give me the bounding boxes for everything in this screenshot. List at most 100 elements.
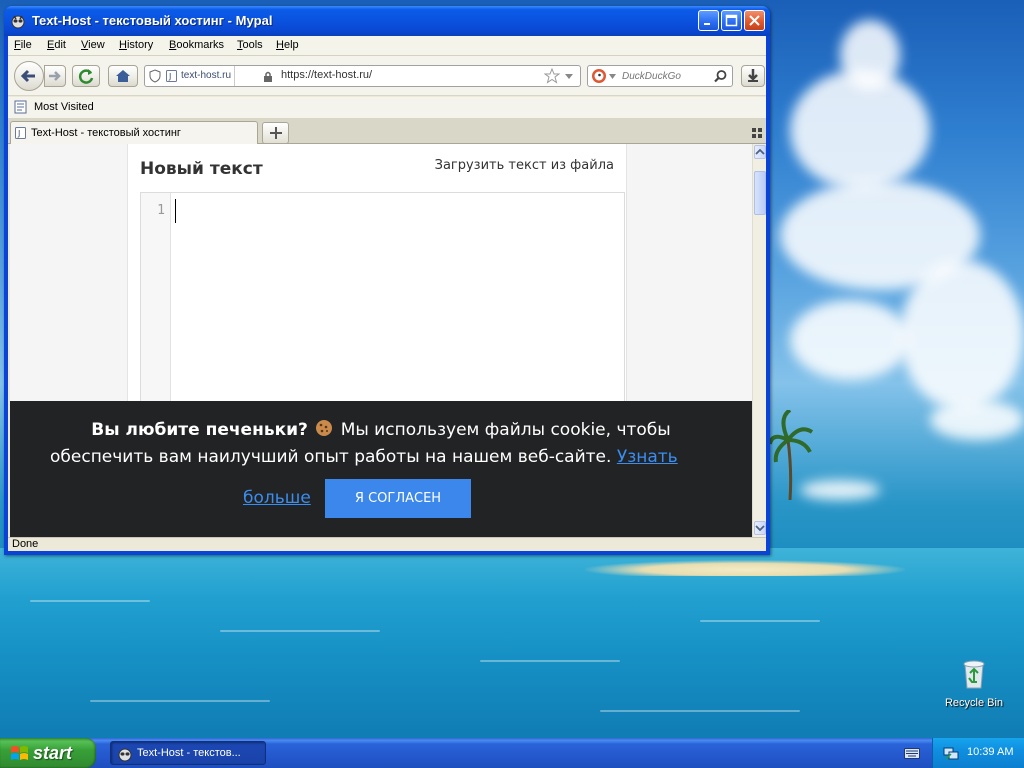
line-number: 1 bbox=[157, 203, 165, 218]
close-icon bbox=[749, 15, 760, 26]
forward-button[interactable] bbox=[44, 65, 66, 87]
most-visited-folder[interactable]: Most Visited bbox=[14, 100, 94, 117]
wave bbox=[600, 710, 800, 712]
minimize-icon bbox=[704, 23, 710, 25]
reload-icon bbox=[78, 69, 94, 84]
tab-text-host[interactable]: J Text-Host - текстовый хостинг bbox=[10, 121, 258, 144]
learn-more-link-continued[interactable]: больше bbox=[243, 488, 311, 508]
list-all-tabs-icon[interactable] bbox=[752, 128, 762, 138]
page-heading: Новый текст bbox=[140, 159, 263, 179]
wave bbox=[700, 620, 820, 622]
bookmark-star-icon[interactable] bbox=[544, 68, 560, 84]
cookie-text-second: обеспечить вам наилучший опыт работы на … bbox=[50, 447, 612, 467]
bookmarks-toolbar: Most Visited bbox=[8, 97, 766, 119]
back-arrow-icon bbox=[20, 69, 35, 83]
menu-file[interactable]: File bbox=[14, 39, 32, 51]
system-tray: 10:39 AM bbox=[932, 738, 1024, 768]
taskbar: start Text-Host - текстов... 10:39 AM bbox=[0, 738, 1024, 768]
taskbar-item-label: Text-Host - текстов... bbox=[137, 747, 241, 759]
cloud bbox=[900, 260, 1024, 410]
status-bar: Done bbox=[8, 537, 766, 551]
url-text[interactable]: https://text-host.ru/ bbox=[281, 69, 372, 81]
scrollbar-thumb[interactable] bbox=[754, 171, 766, 215]
back-button[interactable] bbox=[14, 61, 44, 91]
keyboard-icon[interactable] bbox=[904, 746, 920, 760]
windows-logo-icon bbox=[11, 746, 28, 760]
wave bbox=[90, 700, 270, 702]
minimize-button[interactable] bbox=[698, 10, 719, 31]
most-visited-icon bbox=[14, 100, 27, 114]
svg-text:J: J bbox=[168, 72, 171, 81]
recycle-bin-icon bbox=[963, 660, 985, 689]
tab-label: Text-Host - текстовый хостинг bbox=[31, 127, 181, 139]
navigation-toolbar: J text-host.ru https://text-host.ru/ bbox=[8, 56, 766, 96]
cookie-text-first: Мы используем файлы cookie, чтобы bbox=[340, 420, 671, 440]
maximize-button[interactable] bbox=[721, 10, 742, 31]
downloads-button[interactable] bbox=[741, 65, 765, 87]
maximize-icon bbox=[725, 14, 738, 27]
scroll-up-arrow-icon bbox=[755, 148, 765, 155]
svg-text:J: J bbox=[17, 129, 20, 138]
site-favicon-icon: J bbox=[166, 70, 177, 82]
menu-history[interactable]: History bbox=[119, 39, 153, 51]
url-bar[interactable]: J text-host.ru https://text-host.ru/ bbox=[144, 65, 581, 87]
cloud bbox=[930, 400, 1024, 440]
scroll-down-button[interactable] bbox=[754, 521, 766, 535]
search-bar[interactable] bbox=[587, 65, 733, 87]
recycle-bin-label: Recycle Bin bbox=[944, 697, 1004, 709]
status-text: Done bbox=[12, 538, 39, 550]
menu-edit[interactable]: Edit bbox=[47, 39, 66, 51]
agree-button[interactable]: Я СОГЛАСЕН bbox=[325, 479, 471, 518]
lock-icon bbox=[264, 71, 272, 82]
shield-icon[interactable] bbox=[149, 69, 161, 83]
network-icon[interactable] bbox=[943, 745, 959, 761]
palm-tree bbox=[770, 410, 814, 500]
menu-view[interactable]: View bbox=[81, 39, 105, 51]
menu-bookmarks[interactable]: Bookmarks bbox=[169, 39, 224, 51]
new-tab-button[interactable] bbox=[262, 122, 289, 144]
menu-bar: File Edit View History Bookmarks Tools H… bbox=[8, 36, 766, 56]
browser-window: Text-Host - текстовый хостинг - Mypal Fi… bbox=[4, 6, 770, 555]
wave bbox=[30, 600, 150, 602]
cookie-banner: Вы любите печеньки? Мы используем файлы … bbox=[10, 401, 752, 537]
scroll-up-button[interactable] bbox=[754, 145, 766, 159]
island bbox=[585, 560, 905, 576]
taskbar-item-browser[interactable]: Text-Host - текстов... bbox=[110, 741, 266, 765]
recycle-bin-icon[interactable]: Recycle Bin bbox=[934, 656, 1014, 709]
history-dropdown-icon[interactable] bbox=[564, 73, 574, 80]
vertical-scrollbar[interactable] bbox=[752, 144, 766, 537]
learn-more-link[interactable]: Узнать bbox=[617, 447, 678, 467]
site-identity-label: text-host.ru bbox=[181, 70, 232, 81]
menu-tools[interactable]: Tools bbox=[237, 39, 263, 51]
reload-button[interactable] bbox=[72, 65, 100, 87]
menu-help[interactable]: Help bbox=[276, 39, 299, 51]
wave bbox=[480, 660, 620, 662]
tab-favicon-icon: J bbox=[15, 127, 26, 139]
mypal-app-icon bbox=[11, 15, 25, 29]
window-title: Text-Host - текстовый хостинг - Mypal bbox=[32, 13, 273, 28]
home-button[interactable] bbox=[108, 65, 138, 87]
mypal-app-icon bbox=[118, 748, 132, 762]
scroll-down-arrow-icon bbox=[755, 525, 765, 532]
title-bar[interactable]: Text-Host - текстовый хостинг - Mypal bbox=[4, 6, 770, 36]
most-visited-label: Most Visited bbox=[34, 101, 94, 113]
cookie-text-line2: обеспечить вам наилучший опыт работы на … bbox=[50, 447, 712, 467]
search-icon[interactable] bbox=[713, 69, 728, 84]
engine-dropdown-icon[interactable] bbox=[609, 74, 616, 79]
plus-icon bbox=[269, 127, 282, 139]
cookie-text-line1: Вы любите печеньки? Мы используем файлы … bbox=[10, 419, 752, 440]
cookie-question: Вы любите печеньки? bbox=[91, 420, 308, 440]
duckduckgo-icon[interactable] bbox=[591, 68, 607, 84]
start-button[interactable]: start bbox=[0, 738, 96, 768]
text-cursor bbox=[175, 199, 176, 223]
close-button[interactable] bbox=[744, 10, 765, 31]
search-input[interactable] bbox=[622, 68, 712, 84]
upload-from-file-link[interactable]: Загрузить текст из файла bbox=[435, 158, 614, 173]
site-identity[interactable]: J text-host.ru bbox=[163, 66, 236, 86]
wave bbox=[220, 630, 380, 632]
browser-client-area: File Edit View History Bookmarks Tools H… bbox=[8, 36, 766, 551]
cloud bbox=[790, 300, 910, 380]
page-content: Новый текст Загрузить текст из файла 1 В… bbox=[10, 144, 752, 537]
cloud bbox=[840, 20, 900, 90]
download-arrow-icon bbox=[748, 69, 758, 82]
